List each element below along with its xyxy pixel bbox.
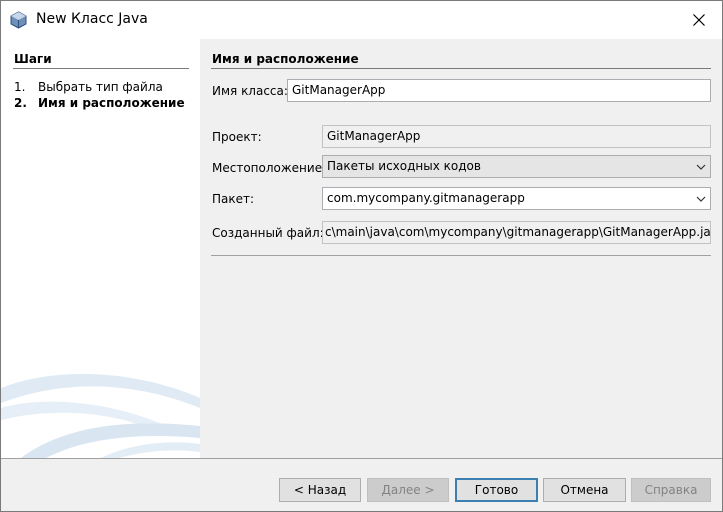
package-label: Пакет: [212,192,255,206]
package-combo[interactable]: com.mycompany.gitmanagerapp [322,187,711,210]
name-location-panel: Имя и расположение Имя класса: GitManage… [200,39,722,458]
project-field: GitManagerApp [322,125,711,148]
window-title: New Класс Java [36,11,148,27]
bottom-divider [211,255,711,256]
step-number: 2. [14,96,27,110]
package-value: com.mycompany.gitmanagerapp [327,191,525,205]
location-label: Местоположение: [212,161,327,175]
created-file-field: c\main\java\com\mycompany\gitmanagerapp\… [322,221,711,244]
cancel-button[interactable]: Отмена [543,478,626,502]
project-label: Проект: [212,130,262,144]
step-label: Выбрать тип файла [38,80,163,94]
close-button[interactable] [676,1,722,39]
steps-divider [13,68,189,69]
steps-panel: Шаги 1. Выбрать тип файла 2. Имя и располо… [1,39,200,458]
chevron-down-icon [696,164,706,170]
location-select[interactable]: Пакеты исходных кодов [322,155,711,178]
next-button[interactable]: Далее > [367,478,449,502]
panel-divider [211,68,711,69]
title-bar: New Класс Java [1,1,722,39]
step-item-2: 2. Имя и расположение [14,96,185,110]
finish-button[interactable]: Готово [455,478,538,502]
step-number: 1. [14,80,26,94]
dialog-window: New Класс Java Шаги 1. Выбрать тип файла … [0,0,723,512]
java-cup-icon [10,11,27,29]
close-icon [693,14,705,26]
decorative-swoosh [1,374,200,458]
button-bar: < Назад Далее > Готово Отмена Справка [1,458,722,511]
class-name-input[interactable]: GitManagerApp [287,79,711,102]
steps-heading: Шаги [14,52,52,66]
help-button[interactable]: Справка [631,478,711,502]
created-file-label: Созданный файл: [212,226,324,240]
class-name-label: Имя класса: [212,84,288,98]
chevron-down-icon [696,196,706,202]
step-label: Имя и расположение [38,96,185,110]
location-value: Пакеты исходных кодов [327,159,481,173]
step-item-1: 1. Выбрать тип файла [14,80,163,94]
back-button[interactable]: < Назад [279,478,361,502]
panel-heading: Имя и расположение [212,52,359,66]
